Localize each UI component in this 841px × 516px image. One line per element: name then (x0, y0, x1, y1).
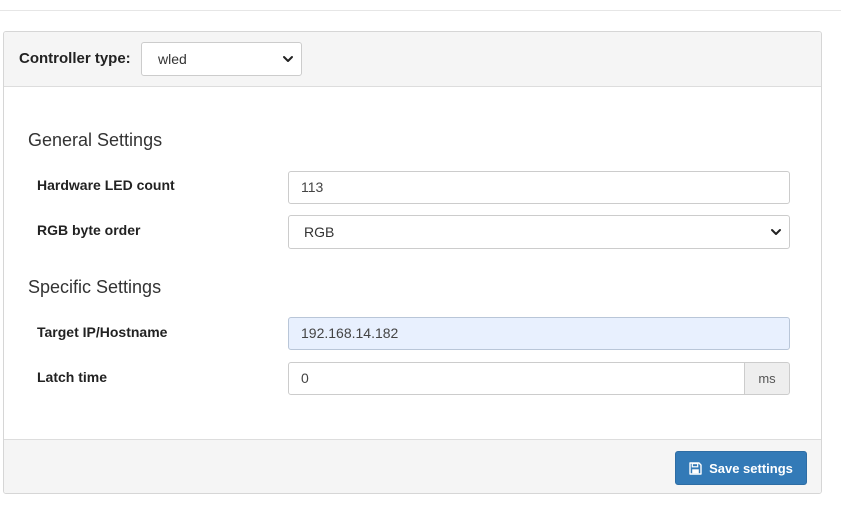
panel-heading: Controller type: wled (4, 32, 821, 87)
general-settings-title: General Settings (28, 130, 163, 150)
target-ip-label: Target IP/Hostname (37, 324, 168, 340)
latch-time-group: 0 ms (288, 362, 790, 395)
latch-time-input[interactable]: 0 (288, 362, 745, 395)
latch-time-label: Latch time (37, 369, 108, 385)
target-ip-input[interactable]: 192.168.14.182 (288, 317, 790, 350)
chevron-down-icon (283, 56, 293, 62)
save-settings-button[interactable]: Save settings (675, 451, 807, 485)
controller-type-value: wled (158, 51, 187, 67)
panel-footer: Save settings (4, 439, 821, 493)
latch-time-unit: ms (744, 362, 790, 395)
specific-settings-title: Specific Settings (28, 277, 162, 297)
byte-order-select[interactable]: RGB (288, 215, 790, 249)
save-settings-label: Save settings (709, 460, 793, 476)
controller-type-label: Controller type: (19, 50, 131, 67)
top-divider (0, 10, 841, 11)
led-count-label: Hardware LED count (37, 177, 175, 193)
byte-order-value: RGB (304, 224, 335, 240)
settings-panel: Controller type: wled General Settings H… (3, 31, 822, 494)
floppy-disk-icon (689, 461, 702, 475)
controller-type-select[interactable]: wled (141, 42, 302, 76)
chevron-down-icon (771, 229, 781, 235)
byte-order-label: RGB byte order (37, 222, 141, 238)
led-count-input[interactable]: 113 (288, 171, 790, 204)
